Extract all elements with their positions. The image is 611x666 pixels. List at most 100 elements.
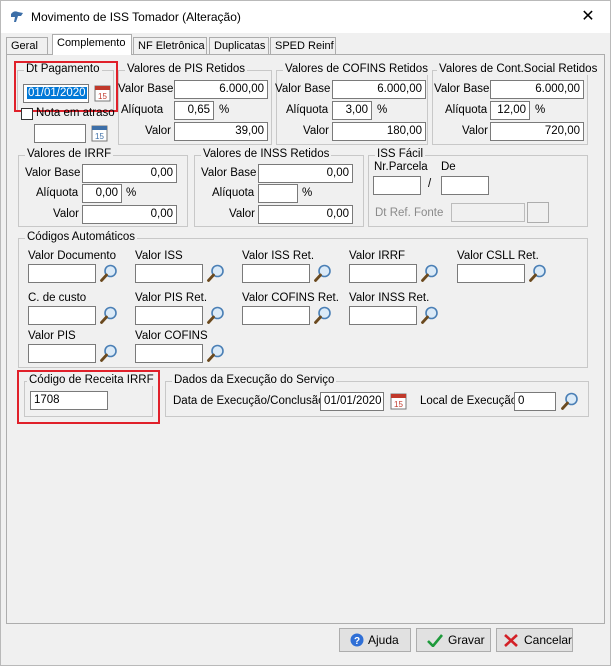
valor-irrf-input[interactable] — [349, 264, 417, 283]
ajuda-button[interactable]: ? Ajuda — [339, 628, 411, 652]
de-input[interactable] — [441, 176, 489, 195]
local-execucao-input[interactable]: 0 — [514, 392, 556, 411]
pis-aliquota-label: Alíquota — [121, 104, 164, 116]
data-execucao-input[interactable]: 01/01/2020 — [320, 392, 384, 411]
pis-valor-base-label: Valor Base — [118, 83, 174, 95]
tab-geral[interactable]: Geral — [6, 37, 48, 55]
csll-group-label: Valores de Cont.Social Retidos — [437, 63, 600, 75]
search-icon[interactable] — [313, 263, 333, 283]
cancelar-label: Cancelar — [524, 633, 573, 647]
search-icon[interactable] — [99, 305, 119, 325]
svg-text:15: 15 — [95, 132, 104, 141]
pis-group-label: Valores de PIS Retidos — [125, 63, 248, 75]
cofins-percent: % — [377, 104, 388, 116]
cofins-valor-label: Valor — [303, 125, 329, 137]
cofins-valor-base-input[interactable]: 6.000,00 — [332, 80, 426, 99]
search-icon[interactable] — [99, 263, 119, 283]
local-execucao-label: Local de Execução — [420, 395, 518, 407]
inss-aliquota-input[interactable] — [258, 184, 298, 203]
dt-ref-fonte-input[interactable] — [451, 203, 525, 222]
nota-em-atraso-label: Nota em atraso — [36, 107, 115, 119]
irrf-aliquota-label: Alíquota — [36, 187, 79, 199]
dt-ref-fonte-button[interactable] — [527, 202, 549, 223]
csll-aliquota-label: Alíquota — [445, 104, 488, 116]
ajuda-label: Ajuda — [368, 633, 399, 647]
cancelar-button[interactable]: Cancelar — [496, 628, 573, 652]
search-icon[interactable] — [420, 305, 440, 325]
csll-aliquota-input[interactable]: 12,00 — [490, 101, 530, 120]
tab-complemento[interactable]: Complemento — [52, 34, 132, 55]
checkmark-icon — [427, 634, 443, 647]
cofins-aliquota-label: Alíquota — [286, 104, 329, 116]
title-bar: Movimento de ISS Tomador (Alteração) ✕ — [1, 1, 610, 33]
pis-aliquota-input[interactable]: 0,65 — [174, 101, 214, 120]
search-icon[interactable] — [528, 263, 548, 283]
valor-inss-ret-input[interactable] — [349, 306, 417, 325]
window-title: Movimento de ISS Tomador (Alteração) — [31, 10, 241, 24]
search-icon[interactable] — [206, 263, 226, 283]
valor-iss-ret-label: Valor ISS Ret. — [242, 250, 315, 262]
help-icon: ? — [350, 633, 364, 647]
cofins-valor-base-label: Valor Base — [275, 83, 331, 95]
calendar-icon[interactable]: 15 — [390, 392, 407, 410]
highlight-dt-pagamento — [14, 61, 118, 112]
inss-aliquota-label: Alíquota — [212, 187, 255, 199]
calendar-icon[interactable]: 15 — [91, 124, 108, 142]
tab-nf-eletronica[interactable]: NF Eletrônica — [133, 37, 207, 55]
inss-valor-base-input[interactable]: 0,00 — [258, 164, 353, 183]
highlight-codigo-receita — [17, 370, 160, 424]
irrf-valor-base-label: Valor Base — [25, 167, 81, 179]
pis-percent: % — [219, 104, 230, 116]
irrf-aliquota-input[interactable]: 0,00 — [82, 184, 122, 203]
cancel-x-icon — [504, 634, 518, 647]
tab-duplicatas[interactable]: Duplicatas — [209, 37, 269, 55]
nota-em-atraso-date[interactable] — [34, 124, 86, 143]
valor-iss-ret-input[interactable] — [242, 264, 310, 283]
valor-documento-input[interactable] — [28, 264, 96, 283]
valor-pis-ret-label: Valor PIS Ret. — [135, 292, 208, 304]
valor-iss-input[interactable] — [135, 264, 203, 283]
de-label: De — [441, 161, 456, 173]
valor-inss-ret-label: Valor INSS Ret. — [349, 292, 430, 304]
valor-csll-ret-label: Valor CSLL Ret. — [457, 250, 539, 262]
valor-csll-ret-input[interactable] — [457, 264, 525, 283]
search-icon[interactable] — [99, 343, 119, 363]
tab-sped-reinf[interactable]: SPED Reinf — [270, 37, 336, 55]
search-icon[interactable] — [313, 305, 333, 325]
search-icon[interactable] — [206, 343, 226, 363]
close-button[interactable]: ✕ — [577, 7, 599, 27]
irrf-valor-base-input[interactable]: 0,00 — [82, 164, 177, 183]
nota-em-atraso-checkbox[interactable] — [21, 108, 33, 120]
csll-valor-base-input[interactable]: 6.000,00 — [490, 80, 584, 99]
search-icon[interactable] — [420, 263, 440, 283]
valor-pis-label: Valor PIS — [28, 330, 76, 342]
valor-irrf-label: Valor IRRF — [349, 250, 406, 262]
valor-cofins-label: Valor COFINS — [135, 330, 208, 342]
cofins-valor-input[interactable]: 180,00 — [332, 122, 426, 141]
c-de-custo-label: C. de custo — [28, 292, 87, 304]
cofins-aliquota-input[interactable]: 3,00 — [332, 101, 372, 120]
csll-percent: % — [535, 104, 546, 116]
valor-cofins-input[interactable] — [135, 344, 203, 363]
app-icon — [11, 11, 23, 22]
inss-valor-label: Valor — [229, 208, 255, 220]
nr-parcela-input[interactable] — [373, 176, 421, 195]
valor-pis-input[interactable] — [28, 344, 96, 363]
gravar-button[interactable]: Gravar — [416, 628, 491, 652]
irrf-valor-input[interactable]: 0,00 — [82, 205, 177, 224]
csll-valor-label: Valor — [462, 125, 488, 137]
csll-valor-input[interactable]: 720,00 — [490, 122, 584, 141]
valor-cofins-ret-label: Valor COFINS Ret. — [242, 292, 339, 304]
inss-valor-base-label: Valor Base — [201, 167, 257, 179]
pis-valor-input[interactable]: 39,00 — [174, 122, 268, 141]
svg-text:15: 15 — [394, 400, 403, 409]
inss-valor-input[interactable]: 0,00 — [258, 205, 353, 224]
data-execucao-label: Data de Execução/Conclusão — [173, 395, 325, 407]
search-icon[interactable] — [206, 305, 226, 325]
c-de-custo-input[interactable] — [28, 306, 96, 325]
search-icon[interactable] — [560, 391, 580, 411]
valor-pis-ret-input[interactable] — [135, 306, 203, 325]
pis-valor-base-input[interactable]: 6.000,00 — [174, 80, 268, 99]
valor-cofins-ret-input[interactable] — [242, 306, 310, 325]
csll-valor-base-label: Valor Base — [434, 83, 490, 95]
